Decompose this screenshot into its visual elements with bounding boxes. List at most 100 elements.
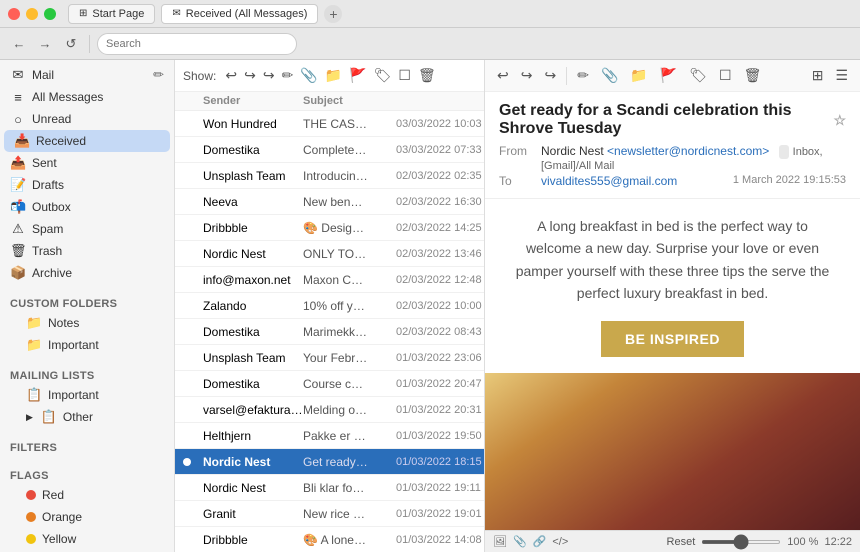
all-messages-icon: ≡: [10, 90, 26, 105]
mail-row[interactable]: Helthjern Pakke er på ... 01/03/2022 19:…: [175, 423, 484, 449]
mail-subject: Marimekko: 20% off the ...: [303, 325, 368, 339]
msg-more-button[interactable]: ☰: [831, 65, 852, 86]
flag-yellow-dot: [26, 534, 36, 544]
zoom-slider[interactable]: [701, 540, 781, 544]
sidebar-item-spam[interactable]: ⚠ Spam: [0, 218, 174, 240]
compose-new-button[interactable]: ✏: [280, 65, 296, 86]
mail-row[interactable]: Unsplash Team Introducing ... 02/03/2022…: [175, 163, 484, 189]
sidebar-flag-orange[interactable]: Orange: [0, 506, 174, 528]
msg-reply-button[interactable]: ↩: [493, 65, 513, 86]
msg-folder-button[interactable]: 📁: [626, 65, 651, 86]
email-tagline: A long breakfast in bed is the perfect w…: [513, 215, 833, 305]
mail-date: 02/03/2022 16:30: [396, 196, 476, 208]
col-sender-header[interactable]: Sender: [203, 95, 303, 107]
sidebar-item-trash[interactable]: 🗑 Trash: [0, 240, 174, 262]
sidebar-flag-red[interactable]: Red: [0, 484, 174, 506]
mail-row[interactable]: info@maxon.net Maxon Com... 02/03/2022 1…: [175, 267, 484, 293]
mail-date: 02/03/2022 14:25: [396, 222, 476, 234]
sidebar-item-unread[interactable]: ○ Unread: [0, 108, 174, 130]
sidebar-item-outbox[interactable]: 📬 Outbox: [0, 196, 174, 218]
mail-list: Won Hundred THE CASSI... 03/03/2022 10:0…: [175, 111, 484, 552]
mail-subject: 🎨 Designer...: [303, 221, 368, 235]
mail-row[interactable]: Granit New rice pa... 01/03/2022 19:01: [175, 501, 484, 527]
mail-row[interactable]: Won Hundred THE CASSI... 03/03/2022 10:0…: [175, 111, 484, 137]
title-bar: ⊞ Start Page ✉ Received (All Messages) +: [0, 0, 860, 28]
back-button[interactable]: ←: [8, 33, 30, 55]
sidebar-mailing-important-label: Important: [48, 388, 99, 402]
mark-button[interactable]: ☐: [396, 65, 413, 86]
mail-row[interactable]: Domestika Complete yo... 03/03/2022 07:3…: [175, 137, 484, 163]
tab-received[interactable]: ✉ Received (All Messages): [161, 4, 318, 24]
sidebar-item-received[interactable]: 📥 Received: [4, 130, 170, 152]
msg-attachment-button[interactable]: 📎: [597, 65, 622, 86]
mailing-lists-header: Mailing Lists: [0, 364, 174, 384]
add-tab-button[interactable]: +: [324, 5, 342, 23]
sender-email[interactable]: <newsletter@nordicnest.com>: [607, 144, 769, 158]
sidebar-item-drafts[interactable]: 📝 Drafts: [0, 174, 174, 196]
trash-icon: 🗑: [10, 243, 26, 259]
unread-icon: ○: [10, 112, 26, 127]
reply-all-button[interactable]: ↪: [242, 65, 258, 86]
msg-mark-button[interactable]: ☐: [715, 65, 736, 86]
msg-delete-button[interactable]: 🗑: [740, 65, 766, 86]
mail-row[interactable]: varsel@efaktura.no Melding om ... 01/03/…: [175, 397, 484, 423]
mail-subject: 🎨 A lone de...: [303, 533, 368, 547]
status-right: Reset 100 % 12:22: [667, 536, 852, 548]
delete-button[interactable]: 🗑: [416, 65, 438, 86]
sidebar-item-mailing-other[interactable]: ▶ 📋 Other: [0, 406, 174, 428]
sidebar-item-mailing-important[interactable]: 📋 Important: [0, 384, 174, 406]
sidebar-item-notes[interactable]: 📁 Notes: [0, 312, 174, 334]
sidebar-mail-header: ✉ Mail ✏: [0, 64, 174, 86]
refresh-button[interactable]: ↺: [60, 33, 82, 55]
sidebar-item-important[interactable]: 📁 Important: [0, 334, 174, 356]
mail-date: 02/03/2022 13:46: [396, 248, 476, 260]
be-inspired-button[interactable]: BE INSPIRED: [601, 321, 744, 357]
msg-flag-button[interactable]: 🚩: [656, 65, 681, 86]
mail-row[interactable]: Nordic Nest ONLY TODA... 02/03/2022 13:4…: [175, 241, 484, 267]
mail-row[interactable]: Nordic Nest Bli klar for v... 01/03/2022…: [175, 475, 484, 501]
sidebar-flag-yellow[interactable]: Yellow: [0, 528, 174, 550]
col-subject-header[interactable]: Subject: [303, 95, 368, 107]
forward-button[interactable]: ↪: [261, 65, 277, 86]
close-button[interactable]: [8, 8, 20, 20]
message-date: 1 March 2022 19:15:53: [733, 174, 846, 186]
tag-button[interactable]: 🏷: [372, 65, 394, 86]
mail-row[interactable]: Dribbble 🎨 Designer... 02/03/2022 14:25: [175, 215, 484, 241]
mail-row[interactable]: Domestika Course certi... 01/03/2022 20:…: [175, 371, 484, 397]
maximize-button[interactable]: [44, 8, 56, 20]
search-input[interactable]: [97, 33, 297, 55]
forward-button[interactable]: →: [34, 33, 56, 55]
sidebar-custom-folders-section: Custom Folders 📁 Notes 📁 Important: [0, 288, 174, 360]
to-email[interactable]: vivaldites555@gmail.com: [541, 174, 677, 188]
inbox-tag: [779, 145, 789, 159]
msg-tag-button[interactable]: 🏷: [685, 65, 711, 86]
mail-row[interactable]: Nordic Nest Get ready fo... 01/03/2022 1…: [175, 449, 484, 475]
mail-date: 02/03/2022 12:48: [396, 274, 476, 286]
sidebar-item-sent[interactable]: 📤 Sent: [0, 152, 174, 174]
flag-button[interactable]: 🚩: [347, 65, 368, 86]
msg-forward-button[interactable]: ↪: [540, 65, 560, 86]
sidebar-item-archive[interactable]: 📦 Archive: [0, 262, 174, 284]
mail-subject: Melding om ...: [303, 403, 368, 417]
custom-folders-header: Custom Folders: [0, 292, 174, 312]
attachment-button[interactable]: 📎: [298, 65, 319, 86]
mail-row[interactable]: Unsplash Team Your Februa... 01/03/2022 …: [175, 345, 484, 371]
sidebar-item-all-messages[interactable]: ≡ All Messages: [0, 86, 174, 108]
mail-row[interactable]: Domestika Marimekko: 20% off the ... 02/…: [175, 319, 484, 345]
mail-row[interactable]: Neeva New benefits... 02/03/2022 16:30: [175, 189, 484, 215]
reset-label[interactable]: Reset: [667, 536, 696, 548]
mail-row[interactable]: Zalando 10% off your... 02/03/2022 10:00: [175, 293, 484, 319]
mail-row[interactable]: Dribbble 🎨 A lone de... 01/03/2022 14:08: [175, 527, 484, 552]
msg-compose-button[interactable]: ✏: [573, 65, 593, 86]
minimize-button[interactable]: [26, 8, 38, 20]
tab-start-page[interactable]: ⊞ Start Page: [68, 4, 155, 24]
reply-button[interactable]: ↩: [223, 65, 239, 86]
compose-icon[interactable]: ✏: [153, 67, 164, 83]
msg-reply-all-button[interactable]: ↪: [517, 65, 537, 86]
star-icon[interactable]: ☆: [833, 112, 846, 129]
mail-sender: Nordic Nest: [203, 481, 303, 495]
folder-button[interactable]: 📁: [323, 65, 344, 86]
msg-view-toggle[interactable]: ⊞: [808, 65, 828, 86]
from-label: From: [499, 144, 539, 172]
sidebar-sent-label: Sent: [32, 156, 57, 170]
